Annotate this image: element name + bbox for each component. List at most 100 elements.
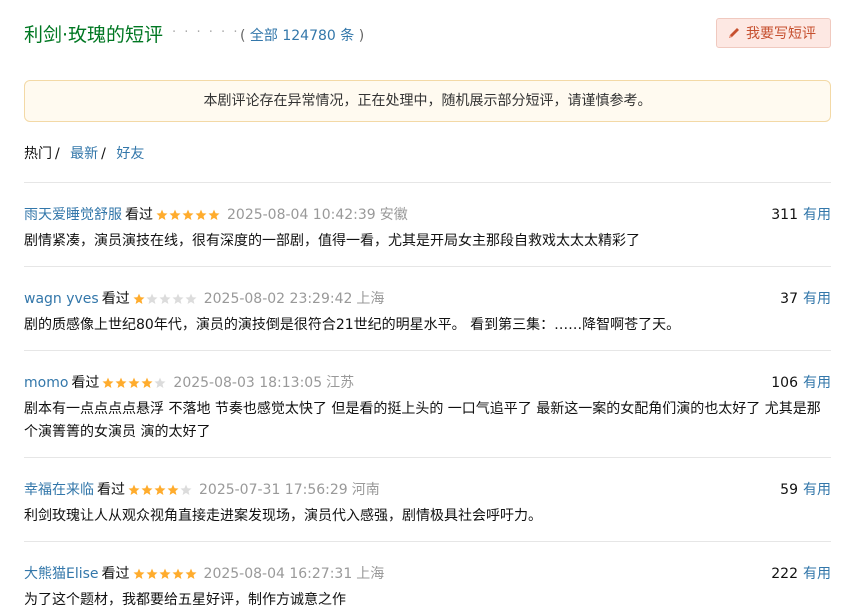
sort-tabs: 热门 / 最新 / 好友: [24, 143, 144, 163]
comment-time: 2025-08-04 16:27:31: [203, 566, 353, 582]
rating-stars: [102, 377, 167, 389]
comment-item: momo 看过 2025-08-03 18:13:05 江苏 106 有用 剧本有一点点…: [24, 350, 831, 457]
comment-text: 为了这个题材，我都要给五星好评，制作方诚意之作: [24, 592, 346, 608]
tab-friends[interactable]: 好友: [116, 146, 144, 162]
comment-location: 上海: [356, 566, 385, 582]
star-icon: [169, 209, 181, 220]
useful-vote: 311 有用: [771, 204, 831, 224]
comment-text: 利剑玫瑰让人从观众视角直接走进案发现场，演员代入感强，剧情极具社会呼吁力。: [24, 508, 542, 524]
comment-meta: 幸福在来临 看过 2025-07-31 17:56:29 河南: [24, 479, 380, 499]
comment-item: 大熊猫Elise 看过 2025-08-04 16:27:31 上海 222 有用 为了…: [24, 541, 831, 608]
useful-vote: 222 有用: [771, 563, 831, 583]
comment-meta: wagn yves 看过 2025-08-02 23:29:42 上海: [24, 288, 384, 308]
comment-time: 2025-08-04 10:42:39: [227, 207, 376, 223]
notice-banner: 本剧评论存在异常情况，正在处理中，随机展示部分短评，请谨慎参考。: [24, 80, 831, 122]
star-icon: [172, 568, 184, 579]
useful-vote: 37 有用: [780, 288, 831, 308]
star-icon: [156, 209, 168, 220]
star-icon: [115, 377, 127, 388]
star-rating-icon: [133, 293, 197, 304]
star-icon: [146, 568, 158, 579]
star-icon: [154, 377, 166, 388]
star-icon: [180, 484, 192, 495]
star-icon: [133, 293, 145, 304]
rating-stars: [128, 484, 193, 496]
vote-count: 37: [780, 291, 798, 307]
comment-author[interactable]: 大熊猫Elise: [24, 566, 99, 582]
tab-hot[interactable]: 热门: [24, 146, 52, 162]
star-rating-icon: [128, 484, 192, 495]
comment-item: 雨天爱睡觉舒服 看过 2025-08-04 10:42:39 安徽 311 有用 剧情紧…: [24, 182, 831, 266]
rating-stars: [133, 293, 198, 305]
useful-button[interactable]: 有用: [803, 566, 831, 582]
comment-text: 剧情紧凑，演员演技在线，很有深度的一部剧，值得一看，尤其是开局女主那段自救戏太太…: [24, 233, 640, 249]
comment-meta: momo 看过 2025-08-03 18:13:05 江苏: [24, 372, 354, 392]
tab-separator: /: [55, 146, 60, 162]
page: 利剑·玫瑰的短评 · · · · · · ( 全部 124780 条 ) 我要写…: [0, 0, 864, 608]
vote-count: 106: [771, 375, 798, 391]
useful-vote: 106 有用: [771, 372, 831, 392]
vote-count: 222: [771, 566, 798, 582]
count-close-paren: ): [358, 28, 365, 44]
comment-author[interactable]: momo: [24, 375, 68, 391]
star-icon: [133, 568, 145, 579]
tab-latest[interactable]: 最新: [70, 146, 98, 162]
rating-stars: [133, 568, 198, 580]
watch-status: 看过: [97, 482, 125, 498]
comment-location: 河南: [351, 482, 380, 498]
comment-item: wagn yves 看过 2025-08-02 23:29:42 上海 37 有用 剧的…: [24, 266, 831, 350]
useful-button[interactable]: 有用: [803, 291, 831, 307]
comment-meta: 雨天爱睡觉舒服 看过 2025-08-04 10:42:39 安徽: [24, 204, 408, 224]
watch-status: 看过: [125, 207, 153, 223]
comments-header: 利剑·玫瑰的短评 · · · · · · ( 全部 124780 条 ) 我要写…: [24, 18, 831, 52]
pencil-icon: [729, 28, 739, 38]
write-comment-label: 我要写短评: [746, 26, 816, 42]
watch-status: 看过: [101, 291, 130, 307]
comment-time: 2025-07-31 17:56:29: [199, 482, 348, 498]
comment-count: ( 全部 124780 条 ): [240, 25, 364, 45]
comment-author[interactable]: 幸福在来临: [24, 482, 94, 498]
star-icon: [128, 484, 140, 495]
star-icon: [172, 293, 184, 304]
star-rating-icon: [133, 568, 197, 579]
comment-meta: 大熊猫Elise 看过 2025-08-04 16:27:31 上海: [24, 563, 384, 583]
useful-button[interactable]: 有用: [803, 482, 831, 498]
star-icon: [128, 377, 140, 388]
star-icon: [141, 377, 153, 388]
comment-text: 剧本有一点点点点悬浮 不落地 节奏也感觉太快了 但是看的挺上头的 一口气追平了 …: [24, 401, 821, 440]
write-comment-button[interactable]: 我要写短评: [716, 18, 831, 48]
star-icon: [185, 568, 197, 579]
star-icon: [208, 209, 220, 220]
star-icon: [159, 568, 171, 579]
useful-vote: 59 有用: [780, 479, 831, 499]
star-icon: [182, 209, 194, 220]
watch-status: 看过: [101, 566, 130, 582]
star-rating-icon: [102, 377, 166, 388]
star-icon: [159, 293, 171, 304]
star-icon: [154, 484, 166, 495]
useful-button[interactable]: 有用: [803, 207, 831, 223]
tab-separator: /: [101, 146, 106, 162]
comment-item: 幸福在来临 看过 2025-07-31 17:56:29 河南 59 有用 利剑玫瑰让人…: [24, 457, 831, 541]
comment-location: 安徽: [379, 207, 408, 223]
comment-location: 上海: [356, 291, 385, 307]
comment-time: 2025-08-03 18:13:05: [173, 375, 323, 391]
star-icon: [185, 293, 197, 304]
rating-stars: [156, 209, 221, 221]
comment-time: 2025-08-02 23:29:42: [203, 291, 353, 307]
comment-author[interactable]: wagn yves: [24, 291, 99, 307]
star-rating-icon: [156, 209, 220, 220]
star-icon: [146, 293, 158, 304]
watch-status: 看过: [71, 375, 100, 391]
comment-author[interactable]: 雨天爱睡觉舒服: [24, 207, 122, 223]
vote-count: 311: [771, 207, 798, 223]
star-icon: [167, 484, 179, 495]
star-icon: [141, 484, 153, 495]
vote-count: 59: [780, 482, 798, 498]
all-comments-link[interactable]: 全部 124780 条: [250, 28, 354, 44]
count-open-paren: (: [240, 28, 246, 44]
useful-button[interactable]: 有用: [803, 375, 831, 391]
comment-text: 剧的质感像上世纪80年代，演员的演技倒是很符合21世纪的明星水平。 看到第三集：…: [24, 317, 681, 333]
title-dots: · · · · · ·: [172, 25, 240, 40]
star-icon: [195, 209, 207, 220]
